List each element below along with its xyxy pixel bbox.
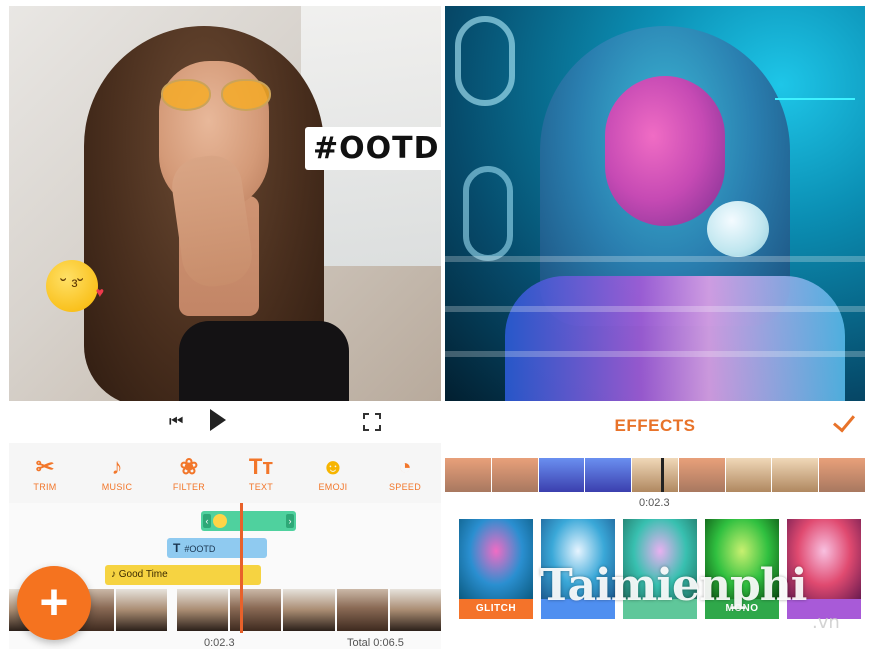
sunglasses <box>161 79 271 113</box>
film-frame <box>819 458 866 492</box>
text-track-label: #OOTD <box>184 544 216 554</box>
effect-item[interactable]: GLITCH <box>459 519 533 619</box>
film-frame <box>336 589 388 631</box>
film-frame <box>538 458 585 492</box>
film-frame <box>389 589 441 631</box>
current-time: 0:02.3 <box>204 637 235 649</box>
subject-face <box>605 76 725 226</box>
text-tool-button[interactable]: Tт TEXT <box>230 454 292 492</box>
filter-tool-button[interactable]: ❀ FILTER <box>158 454 220 492</box>
edit-toolbar: ✂ TRIM ♪ MUSIC ❀ FILTER Tт TEXT ☻ EMOJI … <box>9 443 441 503</box>
page-title: EFFECTS <box>614 416 696 435</box>
total-duration: Total 0:06.5 <box>347 637 404 649</box>
watermark-logo: Taimienphi <box>540 560 807 611</box>
chevron-right-icon[interactable]: › <box>286 514 294 528</box>
text-icon: Tт <box>248 454 274 479</box>
glitch-line <box>445 351 865 357</box>
watermark-suffix: .vn <box>812 612 840 633</box>
tool-label: TRIM <box>33 482 57 492</box>
film-frame <box>725 458 772 492</box>
film-frame <box>772 458 819 492</box>
film-frame <box>632 458 678 492</box>
subject-top <box>179 321 349 401</box>
effect-preview[interactable] <box>445 6 865 401</box>
add-button[interactable]: + <box>17 566 91 640</box>
scissors-icon: ✂ <box>35 454 55 479</box>
video-filmstrip[interactable] <box>445 458 866 492</box>
emoji-track-clip[interactable]: ‹ › <box>201 511 296 531</box>
speed-tool-button[interactable]: ◔ SPEED <box>374 454 436 492</box>
effect-label: GLITCH <box>459 599 533 619</box>
kiss-emoji-sticker[interactable]: ˘ ³˘ ♥ <box>46 260 104 312</box>
music-track-label: Good Time <box>118 569 168 580</box>
speedometer-icon: ◔ <box>398 454 412 479</box>
trim-tool-button[interactable]: ✂ TRIM <box>14 454 76 492</box>
tool-label: SPEED <box>388 482 421 492</box>
tool-label: FILTER <box>172 482 206 492</box>
film-frame <box>678 458 725 492</box>
editor-screen: #OOTD ˘ ³˘ ♥ ⏮ ✂ TRIM ♪ MUSIC ❀ FILTER Tт <box>9 6 441 649</box>
effects-header: EFFECTS <box>445 401 865 451</box>
music-note-icon: ♪ <box>111 454 123 479</box>
film-frame <box>283 589 335 631</box>
glitch-line <box>775 98 855 100</box>
effects-screen: EFFECTS 0:02.3 GLITCH MONO <box>445 6 866 649</box>
fullscreen-icon[interactable] <box>363 413 381 431</box>
film-frame <box>445 458 491 492</box>
app-screens-composite: #OOTD ˘ ³˘ ♥ ⏮ ✂ TRIM ♪ MUSIC ❀ FILTER Tт <box>0 0 870 649</box>
subject-body <box>505 276 845 401</box>
skip-back-icon[interactable]: ⏮ <box>169 413 183 431</box>
playhead[interactable] <box>661 458 664 492</box>
neon-sign <box>455 16 515 106</box>
glitch-line <box>445 256 865 262</box>
effect-thumbnail <box>459 519 533 599</box>
playhead[interactable] <box>240 503 243 633</box>
playback-controls: ⏮ <box>9 401 441 443</box>
hashtag-sticker[interactable]: #OOTD <box>305 127 441 170</box>
video-preview[interactable]: #OOTD ˘ ³˘ ♥ <box>9 6 441 401</box>
confirm-check-icon[interactable] <box>831 409 857 435</box>
emoji-thumb-icon <box>213 514 227 528</box>
film-frame <box>176 589 228 631</box>
tool-label: TEXT <box>248 482 274 492</box>
emoji-tool-button[interactable]: ☻ EMOJI <box>302 454 364 492</box>
play-icon[interactable] <box>210 409 226 431</box>
glitch-line <box>445 306 865 312</box>
music-tool-button[interactable]: ♪ MUSIC <box>86 454 148 492</box>
current-time: 0:02.3 <box>639 497 670 509</box>
bubblegum <box>707 201 769 257</box>
text-track-clip[interactable]: T #OOTD <box>167 538 267 558</box>
tool-label: MUSIC <box>101 482 133 492</box>
film-frame <box>491 458 538 492</box>
film-frame <box>115 589 167 631</box>
chevron-left-icon[interactable]: ‹ <box>203 514 211 528</box>
music-note-icon: ♪ <box>111 569 119 580</box>
emoji-icon: ☻ <box>321 454 345 479</box>
music-track-clip[interactable]: ♪ Good Time <box>105 565 261 585</box>
film-frame <box>230 589 282 631</box>
filter-circles-icon: ❀ <box>179 454 199 479</box>
film-frame <box>585 458 632 492</box>
tool-label: EMOJI <box>318 482 348 492</box>
neon-sign <box>463 166 513 261</box>
text-icon: T <box>173 541 181 555</box>
